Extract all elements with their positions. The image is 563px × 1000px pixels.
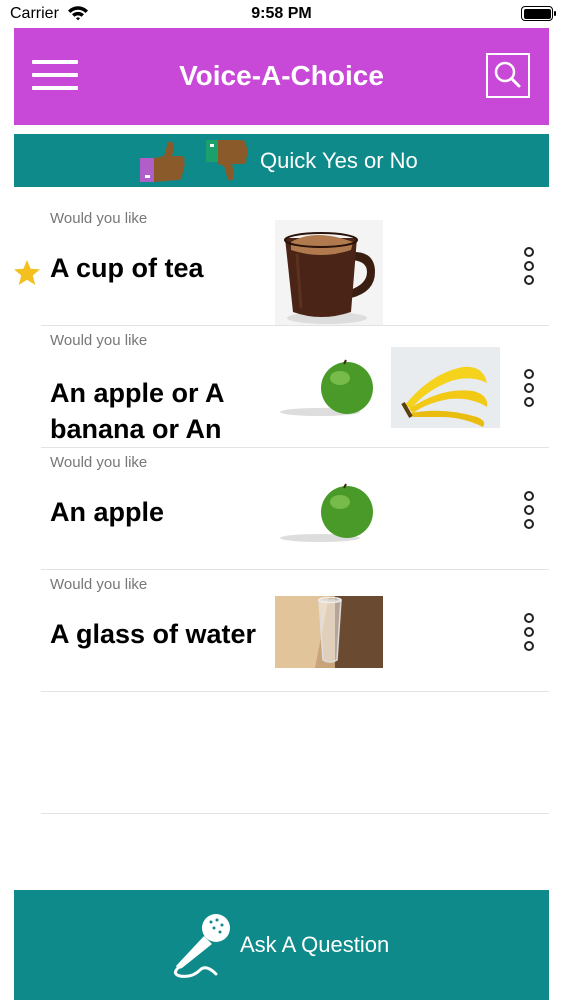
list-item[interactable]: Would you like A cup of tea [0,204,563,326]
divider [41,813,549,814]
green-apple-image [280,483,373,542]
empty-list-row [0,692,563,814]
item-prefix: Would you like [50,332,148,349]
item-title: A cup of tea [50,253,204,283]
thumbs-up-down-icon [140,140,248,182]
water-glass-image [275,596,383,668]
item-title-line-1: An apple or A [50,378,225,408]
search-button[interactable] [486,53,530,98]
item-prefix: Would you like [50,576,148,593]
bananas-image [391,347,500,428]
ask-question-label: Ask A Question [240,932,390,957]
item-prefix: Would you like [50,454,148,471]
ask-question-button[interactable]: Ask A Question [14,890,549,1000]
more-options-icon[interactable] [520,246,538,286]
list-item[interactable]: Would you like An apple or A banana or A… [0,326,563,448]
list-item[interactable]: Would you like An apple [0,448,563,570]
quick-yes-no-label: Quick Yes or No [260,148,418,173]
item-title: An apple [50,497,165,527]
more-options-icon[interactable] [520,612,538,652]
quick-yes-no-button[interactable]: Quick Yes or No [14,134,549,187]
search-icon [494,61,521,88]
app-header: Voice-A-Choice [14,28,549,125]
list-item[interactable]: Would you like A glass of water [0,570,563,692]
star-icon[interactable] [13,259,41,287]
green-apple-image [280,359,373,416]
item-prefix: Would you like [50,210,148,227]
app-title: Voice-A-Choice [179,60,384,91]
clock: 9:58 PM [251,5,312,22]
item-title-line-2: banana or An [50,414,222,444]
battery-icon [521,6,556,21]
item-title: A glass of water [50,619,257,649]
tea-cup-image [275,220,383,326]
more-options-icon[interactable] [520,368,538,408]
microphone-icon [173,914,230,978]
status-bar: Carrier 9:58 PM [0,0,563,28]
more-options-icon[interactable] [520,490,538,530]
